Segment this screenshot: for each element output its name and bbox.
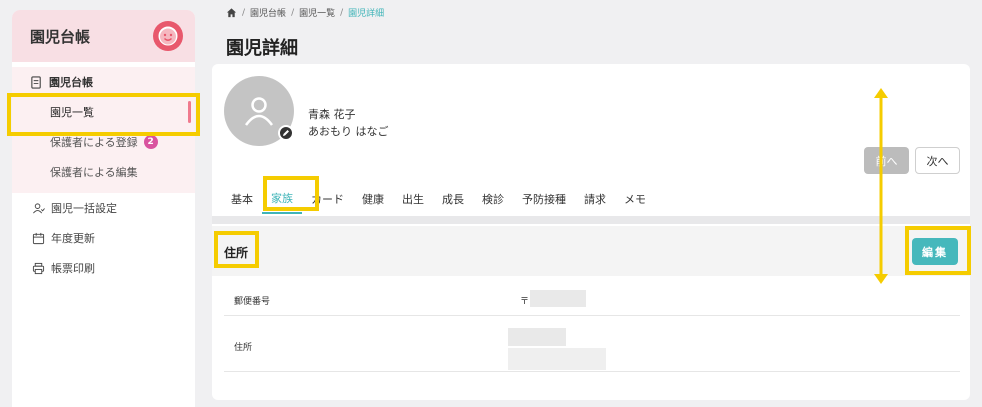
- sidebar: 園児台帳 園児台帳 園児一覧 保護者による登録 2 保護者による編集 園児一括設定…: [12, 10, 195, 407]
- breadcrumb-separator: /: [340, 7, 344, 18]
- calendar-icon: [32, 232, 45, 245]
- sidebar-item-print-forms[interactable]: 帳票印刷: [12, 253, 195, 283]
- highlight-box: [7, 93, 200, 136]
- printer-icon: [32, 262, 45, 275]
- sidebar-header: 園児台帳: [12, 10, 195, 62]
- child-kana: あおもり はなご: [308, 125, 389, 138]
- sidebar-group-label: 園児台帳: [49, 76, 93, 89]
- table-row: 住所: [224, 316, 960, 372]
- document-icon: [30, 75, 43, 89]
- highlight-box: [263, 176, 319, 211]
- tab-birth[interactable]: 出生: [393, 184, 433, 214]
- page-title: 園児詳細: [226, 38, 298, 59]
- app-title: 園児台帳: [30, 27, 91, 46]
- address-section: 住所 編集 郵便番号 〒 住所: [212, 224, 970, 400]
- next-button[interactable]: 次へ: [915, 147, 960, 174]
- breadcrumb-item[interactable]: 園児台帳: [250, 6, 286, 19]
- smiley-logo-icon: [153, 21, 183, 51]
- sidebar-item-label: 保護者による編集: [50, 166, 138, 179]
- field-value: 〒: [520, 297, 530, 307]
- redacted-block: [530, 290, 586, 307]
- sidebar-item-year-update[interactable]: 年度更新: [12, 223, 195, 253]
- tab-health[interactable]: 健康: [353, 184, 393, 214]
- tab-growth[interactable]: 成長: [433, 184, 473, 214]
- child-name: 青森 花子: [308, 108, 356, 121]
- table-row: 郵便番号 〒: [224, 278, 960, 316]
- section-header: 住所 編集: [212, 226, 970, 276]
- breadcrumb-current: 園児詳細: [348, 9, 385, 19]
- person-icon: [244, 97, 274, 126]
- tab-checkup[interactable]: 検診: [473, 184, 513, 214]
- tab-basic[interactable]: 基本: [222, 184, 262, 214]
- breadcrumb-item[interactable]: 園児一覧: [299, 6, 335, 19]
- breadcrumb: / 園児台帳 / 園児一覧 / 園児詳細: [226, 6, 384, 19]
- field-label: 郵便番号: [234, 297, 271, 307]
- divider: [212, 216, 970, 224]
- field-label: 住所: [234, 343, 253, 353]
- highlight-box: [214, 231, 259, 268]
- redacted-block: [508, 348, 606, 370]
- sidebar-item-label: 帳票印刷: [51, 262, 95, 275]
- home-icon[interactable]: [226, 7, 237, 18]
- count-badge: 2: [143, 135, 158, 149]
- sidebar-item-bulk-settings[interactable]: 園児一括設定: [12, 193, 195, 223]
- sidebar-item-guardian-edit[interactable]: 保護者による編集: [12, 157, 195, 187]
- sidebar-item-label: 園児一括設定: [51, 202, 117, 215]
- users-icon: [32, 202, 45, 215]
- tab-billing[interactable]: 請求: [575, 184, 615, 214]
- tab-memo[interactable]: メモ: [615, 184, 655, 214]
- breadcrumb-separator: /: [291, 7, 295, 18]
- vertical-arrow-icon: [874, 88, 888, 284]
- sidebar-item-label: 保護者による登録: [50, 136, 138, 149]
- tab-vaccination[interactable]: 予防接種: [513, 184, 575, 214]
- redacted-block: [508, 328, 566, 346]
- edit-avatar-icon[interactable]: [278, 125, 294, 141]
- sidebar-item-label: 年度更新: [51, 232, 95, 245]
- highlight-box: [905, 226, 971, 275]
- breadcrumb-separator: /: [242, 7, 246, 18]
- profile-card: 青森 花子 あおもり はなご 前へ 次へ 基本 家族 カード 健康 出生 成長 …: [212, 64, 970, 216]
